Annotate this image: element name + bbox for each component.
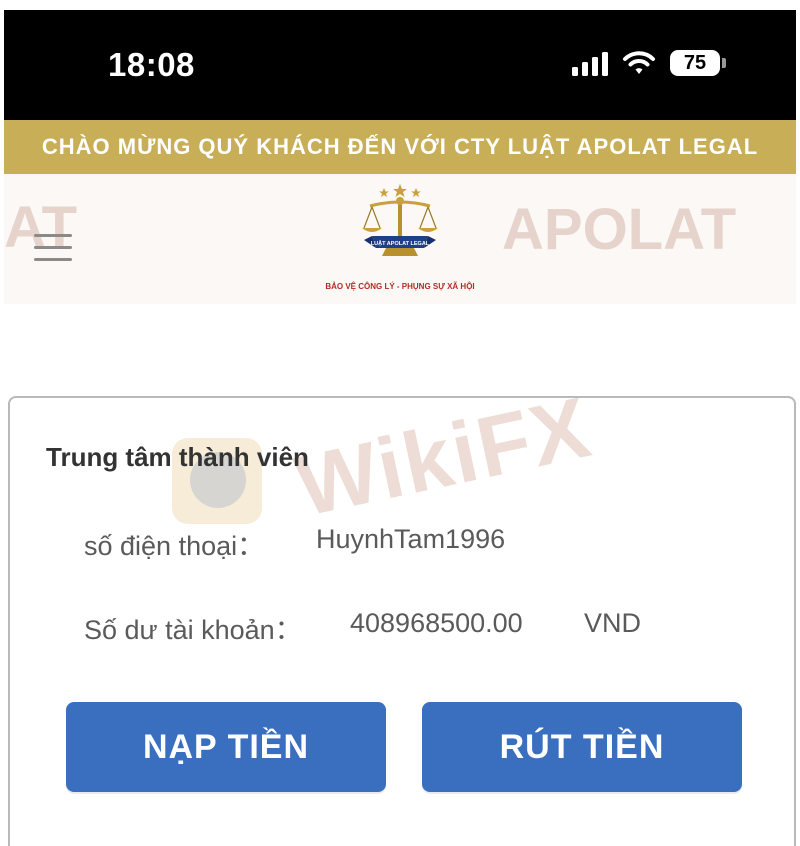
battery-icon: 75 <box>670 50 726 76</box>
welcome-banner: CHÀO MỪNG QUÝ KHÁCH ĐẾN VỚI CTY LUẬT APO… <box>4 120 796 174</box>
card-title: Trung tâm thành viên <box>46 442 309 472</box>
status-time: 18:08 <box>108 46 195 83</box>
header-watermark-right: APOLAT <box>502 197 737 262</box>
phone-label: số điện thoại： <box>84 531 265 561</box>
site-header: AT APOLAT LUẬT APOLAT LEGAL BẢO VỆ CÔNG … <box>4 174 796 304</box>
phone-screen: 18:08 75 CHÀO MỪNG QUÝ KHÁCH ĐẾN VỚI CTY… <box>4 10 796 846</box>
withdraw-button[interactable]: RÚT TIỀN <box>422 702 742 792</box>
hamburger-menu-icon[interactable] <box>34 234 72 262</box>
svg-text:LUẬT APOLAT LEGAL: LUẬT APOLAT LEGAL <box>371 240 430 247</box>
watermark-text: WikiFX <box>288 379 600 535</box>
status-icons: 75 <box>572 50 726 76</box>
currency-label: VND <box>584 608 642 638</box>
apolat-logo[interactable]: LUẬT APOLAT LEGAL BẢO VỆ CÔNG LÝ - PHỤNG… <box>304 182 496 297</box>
balance-label: Số dư tài khoản： <box>84 615 302 645</box>
phone-value: HuynhTam1996 <box>316 524 506 554</box>
status-bar: 18:08 75 <box>4 10 796 120</box>
battery-level: 75 <box>670 50 720 76</box>
deposit-button[interactable]: NẠP TIỀN <box>66 702 386 792</box>
member-center-card: WikiFX Trung tâm thành viên số điện thoạ… <box>8 379 796 846</box>
scales-of-justice-icon: LUẬT APOLAT LEGAL <box>362 184 438 256</box>
logo-tagline: BẢO VỆ CÔNG LÝ - PHỤNG SỰ XÃ HỘI <box>325 282 475 291</box>
balance-value: 408968500.00 <box>350 608 523 638</box>
signal-icon <box>572 50 608 76</box>
wifi-icon <box>622 50 656 76</box>
balance-row: Số dư tài khoản： 408968500.00 VND <box>10 608 794 648</box>
phone-row: số điện thoại： HuynhTam1996 <box>10 524 794 564</box>
